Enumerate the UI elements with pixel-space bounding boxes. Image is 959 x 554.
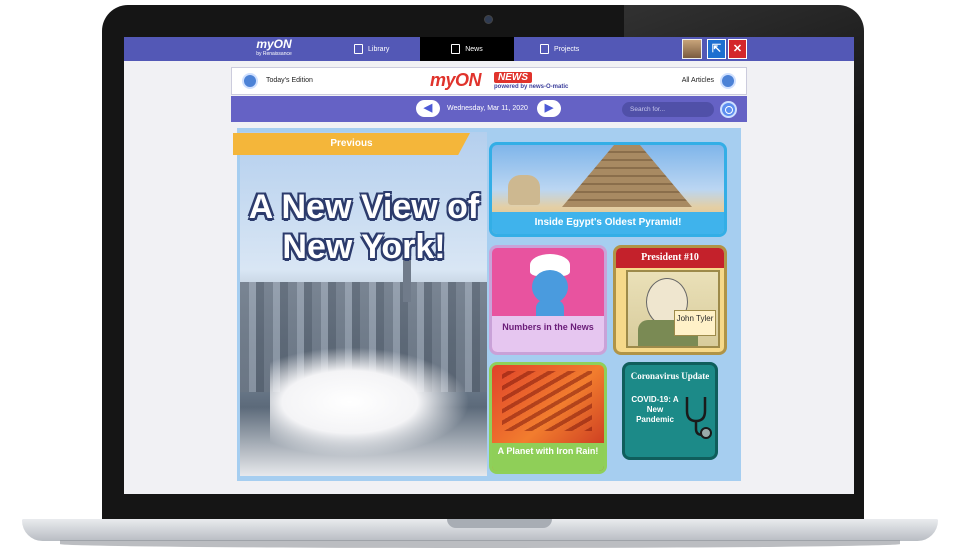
news-content: A New View of New York! Previous Inside … xyxy=(233,128,741,481)
base-notch xyxy=(447,519,552,528)
tab-label: Projects xyxy=(554,45,580,53)
brand-logo: myON xyxy=(430,70,482,90)
prev-date-button[interactable]: ◀ xyxy=(416,100,440,117)
card-covid[interactable]: Coronavirus Update COVID-19: A New Pande… xyxy=(622,362,718,460)
camera-icon xyxy=(484,15,493,24)
tab-projects[interactable]: Projects xyxy=(540,37,610,61)
base-shadow xyxy=(60,540,900,548)
logo-subtext: by Renaissance xyxy=(256,51,292,57)
all-articles-link[interactable]: All Articles xyxy=(682,77,714,84)
close-icon[interactable]: ✕ xyxy=(728,39,747,59)
masthead: Today's Edition myON NEWS powered by new… xyxy=(231,67,747,95)
search-icon[interactable] xyxy=(720,101,737,118)
president-ribbon: President #10 xyxy=(616,248,724,268)
myon-logo[interactable]: myON by Renaissance xyxy=(232,37,316,61)
camel-image xyxy=(508,175,540,205)
covid-title: Coronavirus Update xyxy=(630,371,710,381)
date-bar: ◀ Wednesday, Mar 11, 2020 ▶ xyxy=(231,96,747,122)
folder-icon xyxy=(540,44,549,54)
card-caption: Inside Egypt's Oldest Pyramid! xyxy=(492,212,724,234)
pyramid-image xyxy=(562,145,692,207)
newspaper-icon xyxy=(451,44,461,54)
grid-icon[interactable] xyxy=(720,73,736,89)
tab-news[interactable]: News xyxy=(420,37,514,61)
previous-button[interactable]: Previous xyxy=(233,133,470,155)
planet-image xyxy=(502,371,592,431)
card-pyramid[interactable]: Inside Egypt's Oldest Pyramid! xyxy=(489,142,727,237)
tab-library[interactable]: Library xyxy=(354,37,424,61)
top-nav: myON by Renaissance Library News Project… xyxy=(124,37,854,61)
current-date: Wednesday, Mar 11, 2020 xyxy=(447,105,528,112)
exit-app-button[interactable]: ⇱ xyxy=(707,39,726,59)
dancers-image xyxy=(270,347,470,457)
card-caption: Numbers in the News xyxy=(492,316,604,352)
smurf-image xyxy=(522,254,578,324)
brand-subtitle: powered by news-O-matic xyxy=(494,84,569,90)
card-president[interactable]: President #10 John Tyler xyxy=(613,245,727,355)
card-caption: A Planet with Iron Rain! xyxy=(492,443,604,471)
logo-text: myON xyxy=(256,37,292,51)
avatar[interactable] xyxy=(682,39,702,59)
portrait-image xyxy=(626,270,720,348)
stethoscope-icon xyxy=(685,397,712,439)
next-date-button[interactable]: ▶ xyxy=(537,100,561,117)
card-numbers[interactable]: Numbers in the News xyxy=(489,245,607,355)
covid-text: COVID-19: A New Pandemic xyxy=(631,395,679,424)
name-tag: John Tyler xyxy=(674,310,716,336)
tab-label: News xyxy=(465,45,483,53)
screen: myON by Renaissance Library News Project… xyxy=(124,37,854,494)
card-planet[interactable]: A Planet with Iron Rain! xyxy=(489,362,607,474)
brand-news: NEWS xyxy=(494,72,532,83)
hero-article[interactable]: A New View of New York! xyxy=(240,132,487,476)
tab-label: Library xyxy=(368,45,390,53)
today-edition-icon[interactable] xyxy=(242,73,258,89)
hero-title: A New View of New York! xyxy=(248,188,480,266)
laptop-base xyxy=(22,519,938,541)
book-icon xyxy=(354,44,363,54)
today-edition-link[interactable]: Today's Edition xyxy=(266,77,313,84)
search-input[interactable] xyxy=(622,102,714,117)
